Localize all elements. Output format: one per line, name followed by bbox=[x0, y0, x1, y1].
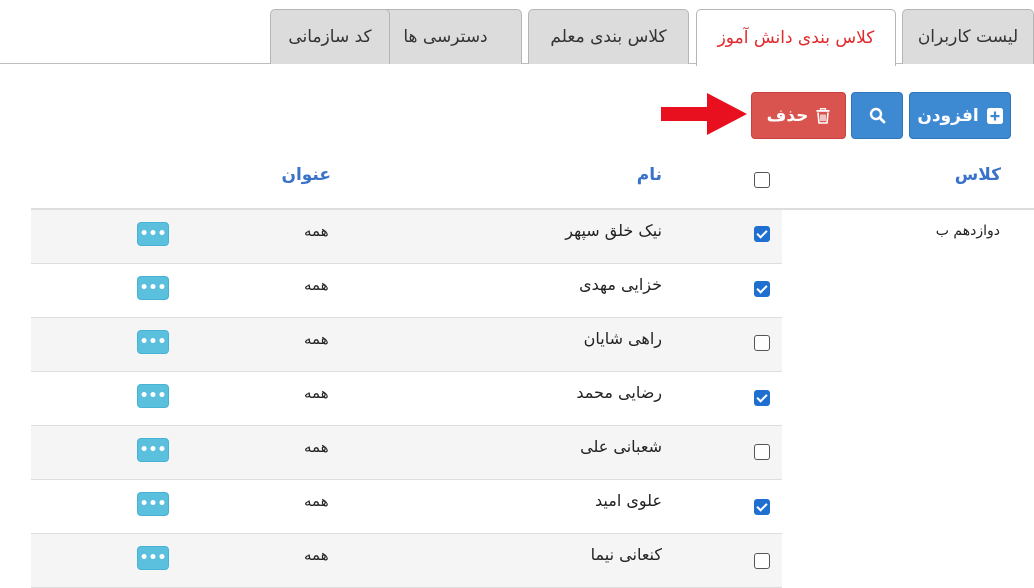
tab-student-classification[interactable]: کلاس بندی دانش آموز bbox=[696, 9, 896, 66]
table-row: ••• همه نیک خلق سپهر bbox=[31, 210, 782, 264]
row-checkbox[interactable] bbox=[754, 281, 770, 297]
row-title: همه bbox=[304, 492, 329, 510]
search-button[interactable] bbox=[851, 92, 903, 139]
table-row: ••• همه شعبانی علی bbox=[31, 426, 782, 480]
tab-teacher-classification[interactable]: کلاس بندی معلم bbox=[528, 9, 689, 64]
row-menu-button[interactable]: ••• bbox=[137, 384, 169, 408]
select-all-checkbox[interactable] bbox=[754, 172, 770, 188]
class-value: دوازدهم ب bbox=[935, 223, 1000, 239]
row-checkbox[interactable] bbox=[754, 335, 770, 351]
row-name: نیک خلق سپهر bbox=[565, 221, 662, 240]
row-name: خزایی مهدی bbox=[579, 275, 662, 294]
delete-button[interactable]: حذف bbox=[751, 92, 846, 139]
row-checkbox[interactable] bbox=[754, 553, 770, 569]
row-title: همه bbox=[304, 546, 329, 564]
row-checkbox[interactable] bbox=[754, 499, 770, 515]
tab-bar: لیست کاربران کلاس بندی دانش آموز کلاس بن… bbox=[0, 0, 1034, 66]
trash-icon bbox=[816, 107, 830, 124]
red-arrow-annotation bbox=[661, 93, 747, 135]
row-menu-button[interactable]: ••• bbox=[137, 492, 169, 516]
row-menu-button[interactable]: ••• bbox=[137, 546, 169, 570]
row-title: همه bbox=[304, 222, 329, 240]
plus-square-icon bbox=[986, 107, 1003, 124]
column-header-name: نام bbox=[636, 165, 662, 185]
column-header-class: کلاس bbox=[954, 165, 1001, 185]
row-menu-button[interactable]: ••• bbox=[137, 222, 169, 246]
table-row: ••• همه علوی امید bbox=[31, 480, 782, 534]
ellipsis-icon: ••• bbox=[139, 334, 167, 350]
row-checkbox[interactable] bbox=[754, 226, 770, 242]
row-title: همه bbox=[304, 330, 329, 348]
row-name: کنعانی نیما bbox=[590, 545, 662, 564]
table-row: ••• همه کنعانی نیما bbox=[31, 534, 782, 588]
row-name: رضایی محمد bbox=[576, 383, 662, 402]
add-button[interactable]: افزودن bbox=[909, 92, 1011, 139]
row-title: همه bbox=[304, 276, 329, 294]
row-title: همه bbox=[304, 438, 329, 456]
row-checkbox[interactable] bbox=[754, 444, 770, 460]
row-menu-button[interactable]: ••• bbox=[137, 276, 169, 300]
row-name: راهی شایان bbox=[583, 329, 662, 348]
column-header-title: عنوان bbox=[281, 165, 331, 185]
row-menu-button[interactable]: ••• bbox=[137, 438, 169, 462]
table-row: ••• همه خزایی مهدی bbox=[31, 264, 782, 318]
tab-organization-code[interactable]: کد سازمانی bbox=[270, 9, 390, 64]
ellipsis-icon: ••• bbox=[139, 550, 167, 566]
tab-users-list[interactable]: لیست کاربران bbox=[902, 9, 1034, 64]
table-row: ••• همه رضایی محمد bbox=[31, 372, 782, 426]
row-menu-button[interactable]: ••• bbox=[137, 330, 169, 354]
row-checkbox[interactable] bbox=[754, 390, 770, 406]
ellipsis-icon: ••• bbox=[139, 226, 167, 242]
ellipsis-icon: ••• bbox=[139, 388, 167, 404]
row-name: شعبانی علی bbox=[580, 437, 662, 456]
tab-access-permissions[interactable]: دسترسی ها bbox=[369, 9, 522, 64]
ellipsis-icon: ••• bbox=[139, 280, 167, 296]
row-name: علوی امید bbox=[595, 491, 662, 510]
ellipsis-icon: ••• bbox=[139, 442, 167, 458]
row-title: همه bbox=[304, 384, 329, 402]
table-row: ••• همه راهی شایان bbox=[31, 318, 782, 372]
search-icon bbox=[869, 107, 885, 124]
ellipsis-icon: ••• bbox=[139, 496, 167, 512]
